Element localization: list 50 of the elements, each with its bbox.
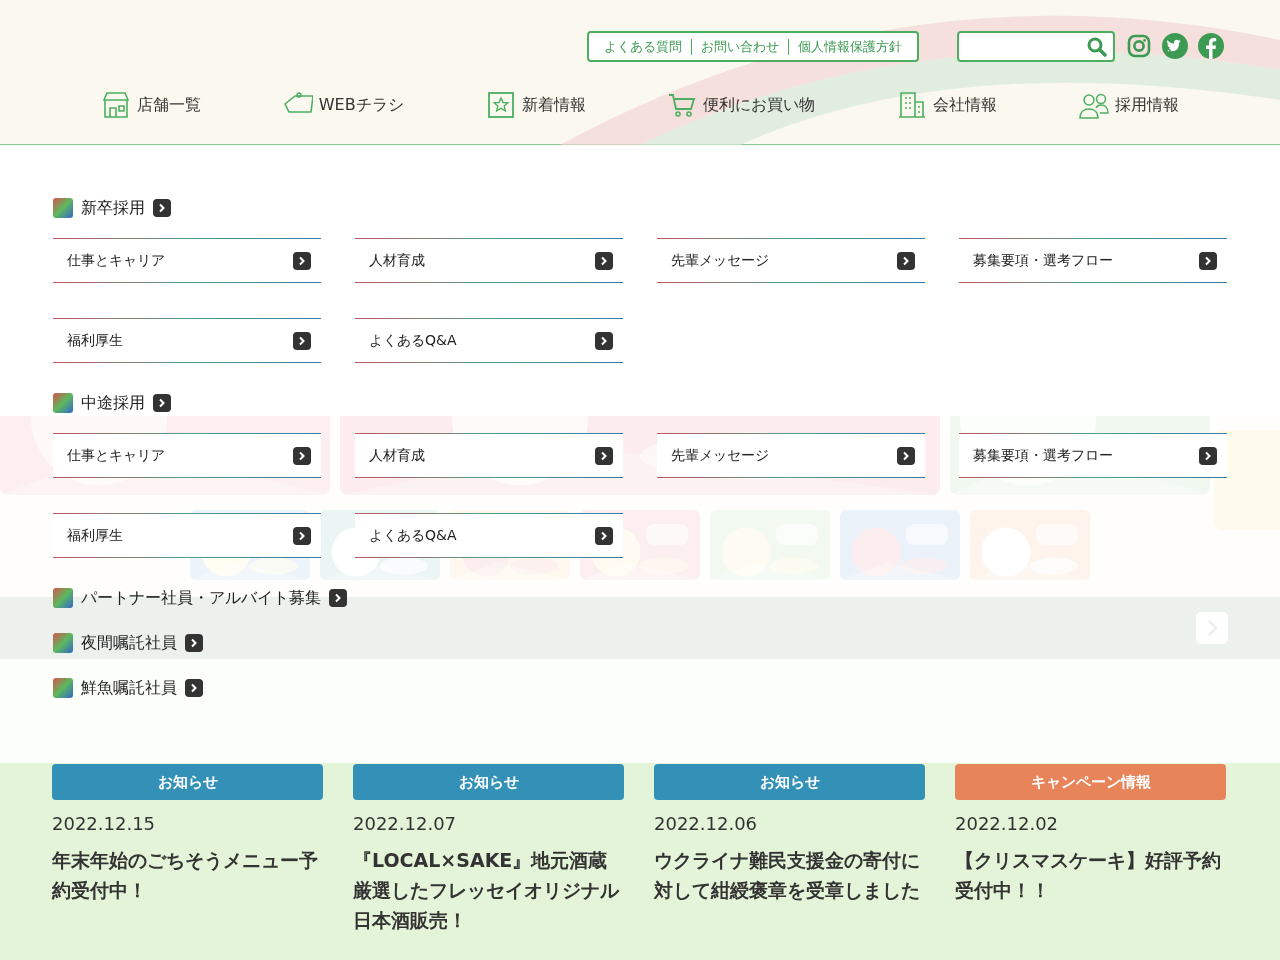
menu-item[interactable]: 福利厚生 (53, 513, 321, 558)
instagram-icon[interactable] (1126, 33, 1152, 59)
category-label: お知らせ (52, 764, 323, 800)
menu-item[interactable]: 人材育成 (355, 433, 623, 478)
menu-item[interactable]: 仕事とキャリア (53, 433, 321, 478)
facebook-icon[interactable] (1198, 33, 1224, 59)
category-icon (53, 588, 73, 608)
nav-link[interactable]: 採用情報 (1079, 90, 1180, 120)
news-date: 2022.12.02 (955, 812, 1060, 836)
twitter-icon[interactable] (1162, 33, 1188, 59)
menu-item[interactable]: よくあるQ&A (355, 513, 623, 558)
menu-section-link[interactable]: 鮮魚嘱託社員 (81, 676, 177, 700)
menu-item[interactable]: 先輩メッセージ (657, 238, 925, 283)
menu-section-link[interactable]: 夜間嘱託社員 (81, 631, 177, 655)
news-title[interactable]: 『LOCAL×SAKE』地元酒蔵厳選したフレッセイオリジナル日本酒販売！ (353, 845, 624, 935)
search-icon[interactable] (1087, 36, 1107, 57)
nav-link[interactable]: 便利にお買い物 (667, 90, 816, 120)
category-icon (53, 678, 73, 698)
building-icon (897, 90, 928, 120)
nav-link[interactable]: 店舗一覧 (100, 90, 201, 120)
category-label: キャンペーン情報 (955, 764, 1226, 800)
store-icon (100, 90, 131, 120)
category-label: お知らせ (353, 764, 624, 800)
menu-section-link[interactable]: 中途採用 (81, 391, 145, 415)
header-link[interactable]: よくある質問 (595, 38, 691, 55)
header-link[interactable]: 個人情報保護方針 (788, 38, 911, 55)
menu-item[interactable]: 福利厚生 (53, 318, 321, 363)
nav-link[interactable]: 会社情報 (897, 90, 998, 120)
category-label: お知らせ (654, 764, 925, 800)
nav-link[interactable]: 新着情報 (485, 90, 586, 120)
menu-item[interactable]: 募集要項・選考フロー (959, 433, 1227, 478)
news-title[interactable]: 年末年始のごちそうメニュー予約受付中！ (52, 845, 323, 905)
menu-item[interactable]: 募集要項・選考フロー (959, 238, 1227, 283)
category-icon (53, 393, 73, 413)
menu-section-link[interactable]: 新卒採用 (81, 196, 145, 220)
menu-item[interactable]: 人材育成 (355, 238, 623, 283)
menu-item[interactable]: 先輩メッセージ (657, 433, 925, 478)
news-date: 2022.12.15 (52, 812, 157, 836)
news-date: 2022.12.06 (654, 812, 759, 836)
category-icon (53, 198, 73, 218)
nav-link[interactable]: WEBチラシ (282, 90, 404, 120)
news-title[interactable]: 【クリスマスケーキ】好評予約受付中！！ (955, 845, 1226, 905)
menu-item[interactable]: よくあるQ&A (355, 318, 623, 363)
news-date: 2022.12.07 (353, 812, 458, 836)
menu-item[interactable]: 仕事とキャリア (53, 238, 321, 283)
category-icon (53, 633, 73, 653)
news-title[interactable]: ウクライナ難民支援金の寄付に対して紺綬褒章を受章しました (654, 845, 925, 905)
menu-section-link[interactable]: パートナー社員・アルバイト募集 (81, 586, 321, 610)
header-link[interactable]: お問い合わせ (691, 38, 788, 55)
search-field[interactable] (957, 31, 1115, 62)
